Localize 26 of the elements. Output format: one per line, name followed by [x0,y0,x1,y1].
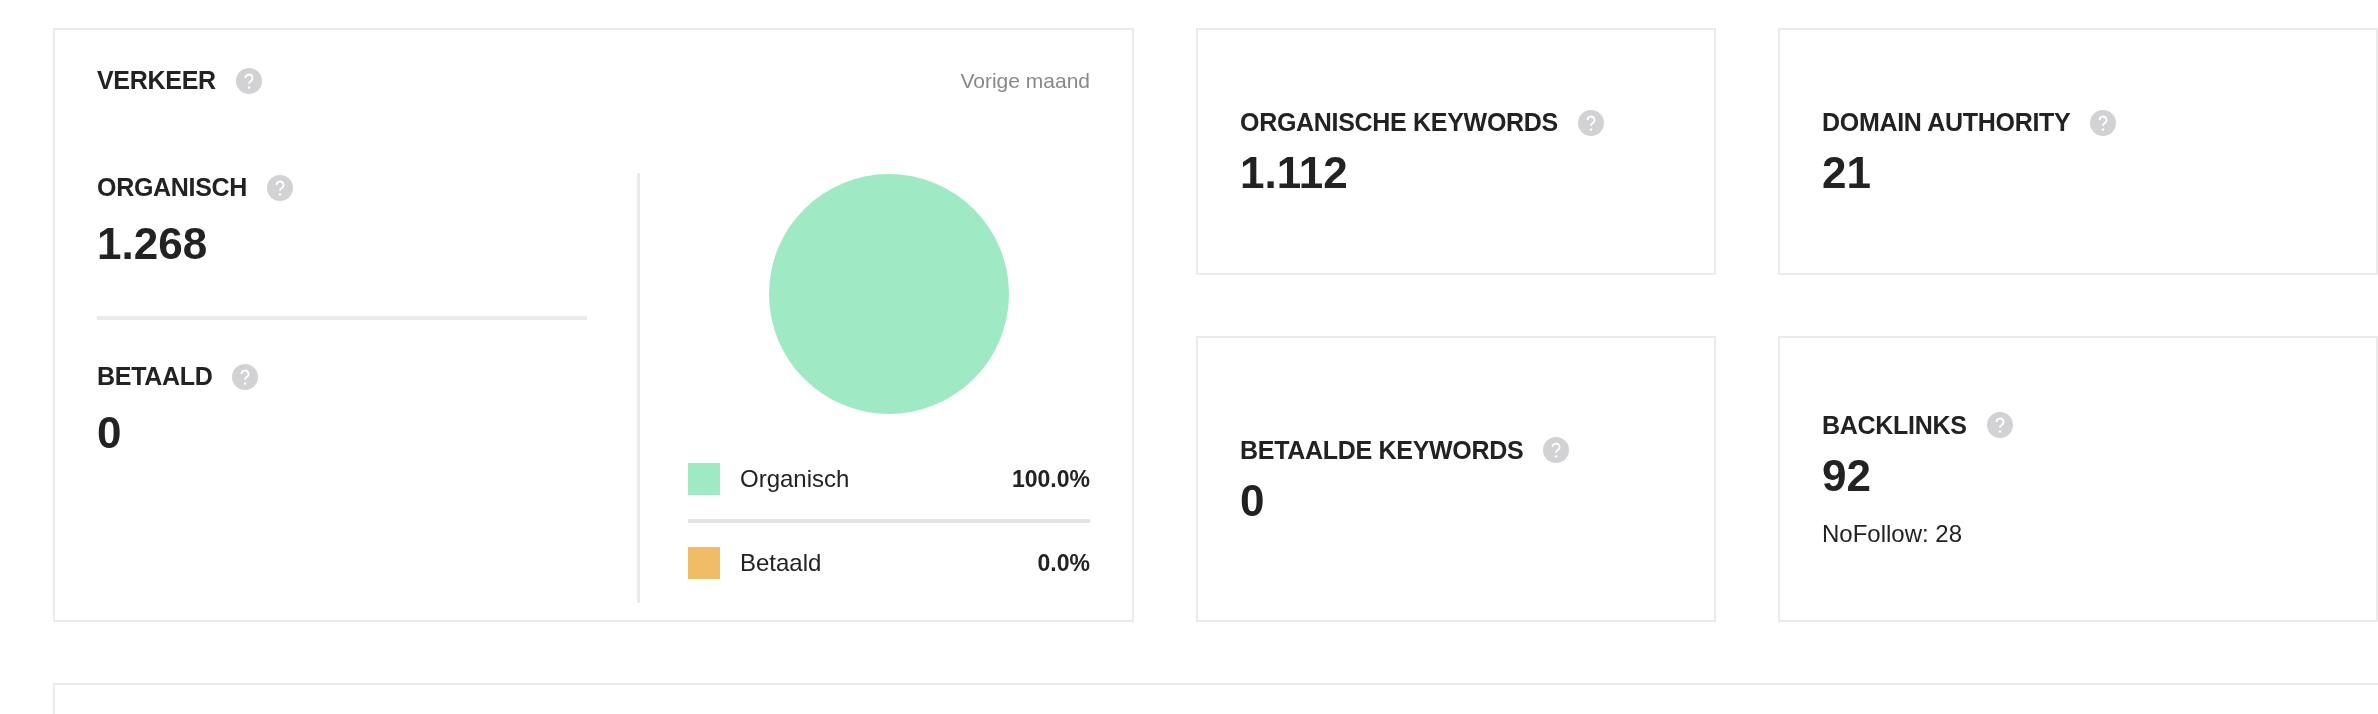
stat-label: BETAALDE KEYWORDS [1240,435,1524,465]
metric-label: ORGANISCH [97,173,248,202]
metric-value: 0 [97,411,123,455]
stat-label: DOMAIN AUTHORITY [1822,108,2071,137]
help-icon[interactable] [232,363,259,390]
stat-value: 21 [1822,151,1872,195]
legend-percent: 100.0% [1012,465,1090,493]
stat-note: NoFollow: 28 [1822,519,1964,548]
legend-label: Betaald [740,549,822,577]
stat-value: 0 [1240,478,1266,523]
help-icon[interactable] [2090,109,2117,136]
stat-value: 92 [1822,453,1872,498]
help-icon[interactable] [1986,412,2013,438]
metric-label: BETAALD [97,362,213,391]
help-icon[interactable] [1577,109,1604,136]
stat-label: BACKLINKS [1822,410,1967,440]
period-label: Vorige maand [960,68,1090,93]
help-icon[interactable] [267,174,294,201]
help-icon[interactable] [235,67,262,94]
legend-label: Organisch [740,465,850,493]
help-icon[interactable] [1543,437,1570,463]
stat-label: ORGANISCHE KEYWORDS [1240,108,1558,137]
stat-value: 1.112 [1240,151,1349,195]
legend-percent: 0.0% [1037,549,1090,577]
card-title: VERKEER [97,66,216,95]
metric-value: 1.268 [97,222,209,266]
